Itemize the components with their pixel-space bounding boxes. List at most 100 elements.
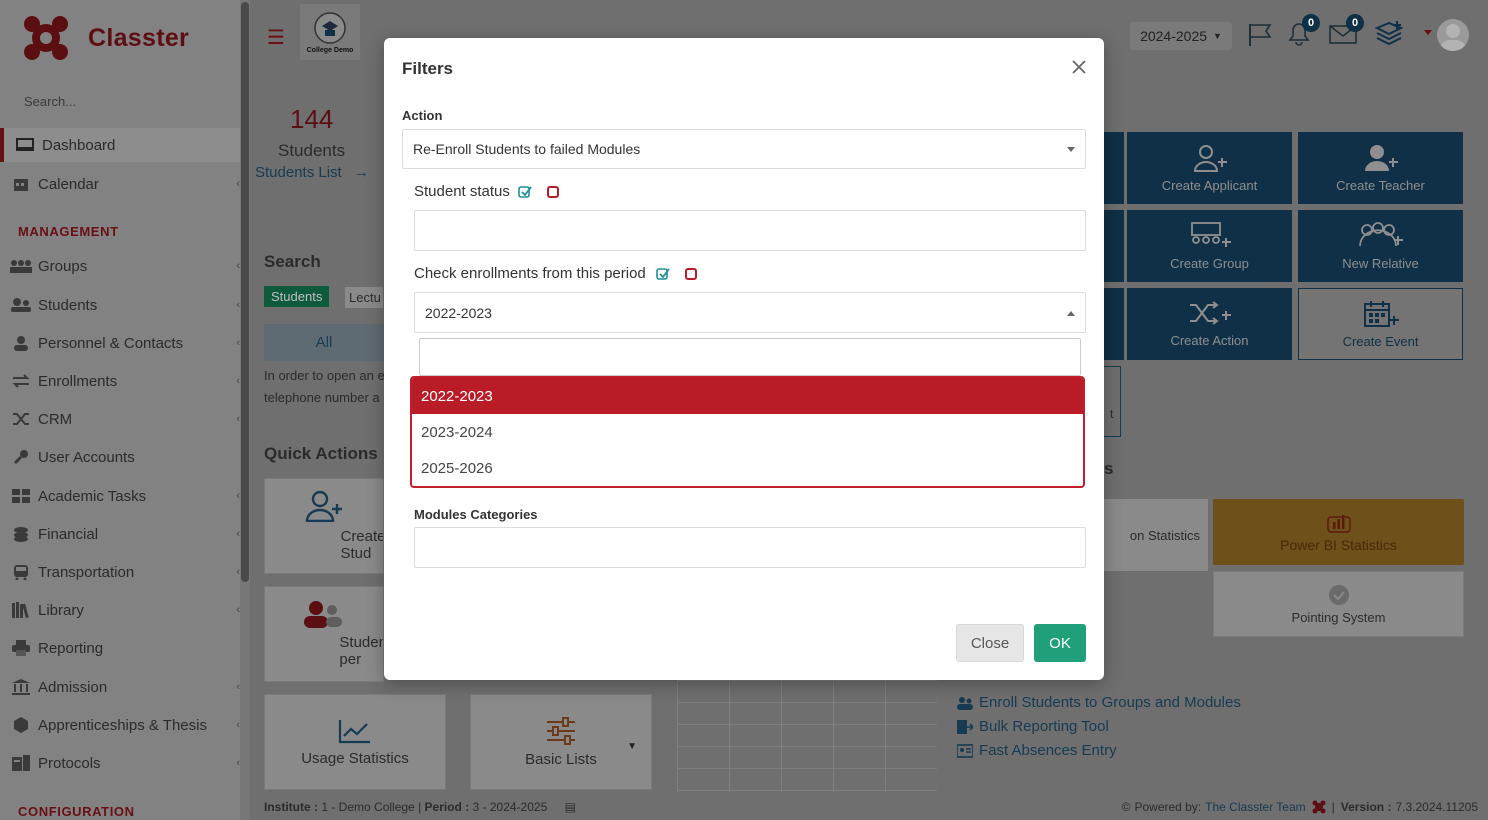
year-select[interactable]: 2024-2025 ▼ [1130, 22, 1232, 50]
action-select-value: Re-Enroll Students to failed Modules [413, 141, 641, 157]
menu-toggle-icon[interactable]: ☰ [267, 25, 285, 50]
caret-down-icon: ▼ [1213, 31, 1222, 41]
students-list-link[interactable]: Students List → [255, 164, 369, 181]
brand[interactable]: Classter [20, 12, 189, 64]
sidebar-item-label: Reporting [38, 639, 104, 657]
arrow-right-icon: → [353, 164, 369, 181]
sidebar-item-reporting[interactable]: Reporting [0, 631, 240, 665]
user-menu-caret-icon[interactable] [1424, 30, 1432, 35]
select-all-check-icon[interactable] [655, 267, 670, 281]
link-bulk-reporting[interactable]: Bulk Reporting Tool [957, 718, 1109, 735]
sidebar-item-library[interactable]: Library ‹ [0, 593, 240, 627]
qa-create-student[interactable]: Create Stud [264, 478, 384, 574]
sidebar-item-financial[interactable]: Financial ‹ [0, 517, 240, 551]
copy-icon[interactable]: ▤ [565, 800, 576, 814]
pointing-system-button[interactable]: Pointing System [1213, 571, 1464, 637]
sidebar-item-crm[interactable]: CRM ‹ [0, 402, 240, 436]
tile-create-applicant[interactable]: Create Applicant [1127, 132, 1292, 204]
sidebar-item-label: Dashboard [42, 136, 116, 154]
tile-label: Create Action [1170, 332, 1249, 348]
tile-label: Create Applicant [1161, 177, 1258, 193]
classter-team-link[interactable]: The Classter Team [1205, 800, 1305, 814]
user-avatar[interactable] [1437, 19, 1469, 51]
sidebar-item-label: Students [38, 296, 98, 314]
sidebar-item-admission[interactable]: Admission ‹ [0, 670, 240, 704]
scrollbar-thumb[interactable] [241, 2, 249, 582]
tile-partial[interactable] [1104, 132, 1124, 204]
key-icon [10, 449, 32, 465]
qa-basic-lists[interactable]: Basic Lists ▼ [470, 694, 652, 790]
sidebar-item-transportation[interactable]: Transportation ‹ [0, 555, 240, 589]
sidebar-item-dashboard[interactable]: Dashboard [0, 128, 240, 162]
close-button[interactable]: Close [956, 624, 1024, 662]
stats-card-label: on Statistics [1129, 527, 1200, 543]
monitor-icon [14, 137, 36, 153]
link-text: Bulk Reporting Tool [979, 718, 1109, 735]
sidebar-item-user-accounts[interactable]: User Accounts [0, 440, 240, 474]
students-list-link-text: Students List [255, 164, 342, 181]
tile-create-action[interactable]: Create Action [1127, 288, 1292, 360]
messages-icon[interactable]: 0 [1328, 14, 1364, 48]
period-search-input[interactable] [419, 338, 1081, 376]
printer-icon [10, 640, 32, 656]
period-select[interactable]: 2022-2023 [414, 292, 1086, 333]
grid-icon [10, 488, 32, 504]
link-enroll-students[interactable]: Enroll Students to Groups and Modules [957, 694, 1241, 711]
tile-new-relative[interactable]: New Relative [1298, 210, 1463, 282]
student-status-input[interactable] [414, 210, 1086, 251]
ok-button[interactable]: OK [1034, 624, 1086, 662]
tile-create-group[interactable]: Create Group [1127, 210, 1292, 282]
tab-lectures[interactable]: Lectu [344, 286, 384, 309]
tile-create-event[interactable]: Create Event [1298, 288, 1463, 360]
close-icon[interactable] [1068, 56, 1090, 78]
sidebar-item-personnel[interactable]: Personnel & Contacts ‹ [0, 326, 240, 360]
sidebar-item-apprenticeships[interactable]: Apprenticeships & Thesis ‹ [0, 708, 240, 742]
power-bi-statistics-button[interactable]: Power BI Statistics [1213, 499, 1464, 565]
sidebar-item-protocols[interactable]: Protocols ‹ [0, 746, 240, 780]
calendar-add-icon [1363, 300, 1399, 327]
link-fast-absences[interactable]: Fast Absences Entry [957, 742, 1117, 759]
tile-partial[interactable] [1104, 210, 1124, 282]
period-option[interactable]: 2023-2024 [412, 414, 1083, 450]
file-export-icon [957, 719, 973, 734]
sidebar-item-groups[interactable]: Groups ‹ [0, 249, 240, 283]
sidebar-scrollbar[interactable] [240, 0, 250, 820]
help-line: In order to open an e [264, 368, 384, 383]
select-all-check-icon[interactable] [518, 185, 532, 199]
sidebar-item-calendar[interactable]: Calendar ‹ [0, 167, 240, 201]
college-logo[interactable]: College Demo [300, 4, 360, 60]
filters-modal: Filters Action Re-Enroll Students to fai… [384, 38, 1104, 680]
sidebar-item-students[interactable]: Students ‹ [0, 288, 240, 322]
sidebar-item-label: Calendar [38, 175, 99, 193]
power-bi-label: Power BI Statistics [1280, 537, 1397, 553]
action-label: Action [402, 108, 443, 123]
copyright-icon: © [1121, 800, 1131, 814]
search-heading: Search [264, 252, 321, 271]
sliders-icon [547, 716, 575, 745]
period-option[interactable]: 2022-2023 [412, 378, 1083, 414]
exchange-icon [10, 373, 32, 389]
tab-students[interactable]: Students [264, 286, 330, 307]
tile-partial[interactable] [1104, 288, 1124, 360]
partial-card[interactable]: t [1104, 366, 1121, 437]
student-status-label-row: Student status [414, 183, 560, 200]
deselect-all-square-icon[interactable] [684, 267, 698, 281]
qa-usage-statistics[interactable]: Usage Statistics [264, 694, 446, 790]
calendar-icon [10, 176, 32, 192]
sidebar-search-input[interactable] [10, 88, 235, 114]
all-button[interactable]: All [264, 324, 384, 361]
modules-categories-input[interactable] [414, 527, 1086, 568]
action-select[interactable]: Re-Enroll Students to failed Modules [402, 129, 1086, 169]
stats-card[interactable]: on Statistics [1104, 499, 1208, 571]
notifications-icon[interactable]: 0 [1284, 14, 1320, 48]
sidebar-item-label: Protocols [38, 754, 101, 772]
period-option[interactable]: 2025-2026 [412, 450, 1083, 486]
layers-add-icon[interactable] [1374, 20, 1404, 48]
group-add-icon [1190, 221, 1231, 247]
sidebar-item-enrollments[interactable]: Enrollments ‹ [0, 364, 240, 398]
deselect-all-square-icon[interactable] [546, 185, 560, 199]
sidebar-item-academic-tasks[interactable]: Academic Tasks ‹ [0, 479, 240, 513]
tile-create-teacher[interactable]: Create Teacher [1298, 132, 1463, 204]
flag-icon[interactable] [1245, 20, 1275, 48]
qa-students-per[interactable]: Students per [264, 586, 384, 682]
